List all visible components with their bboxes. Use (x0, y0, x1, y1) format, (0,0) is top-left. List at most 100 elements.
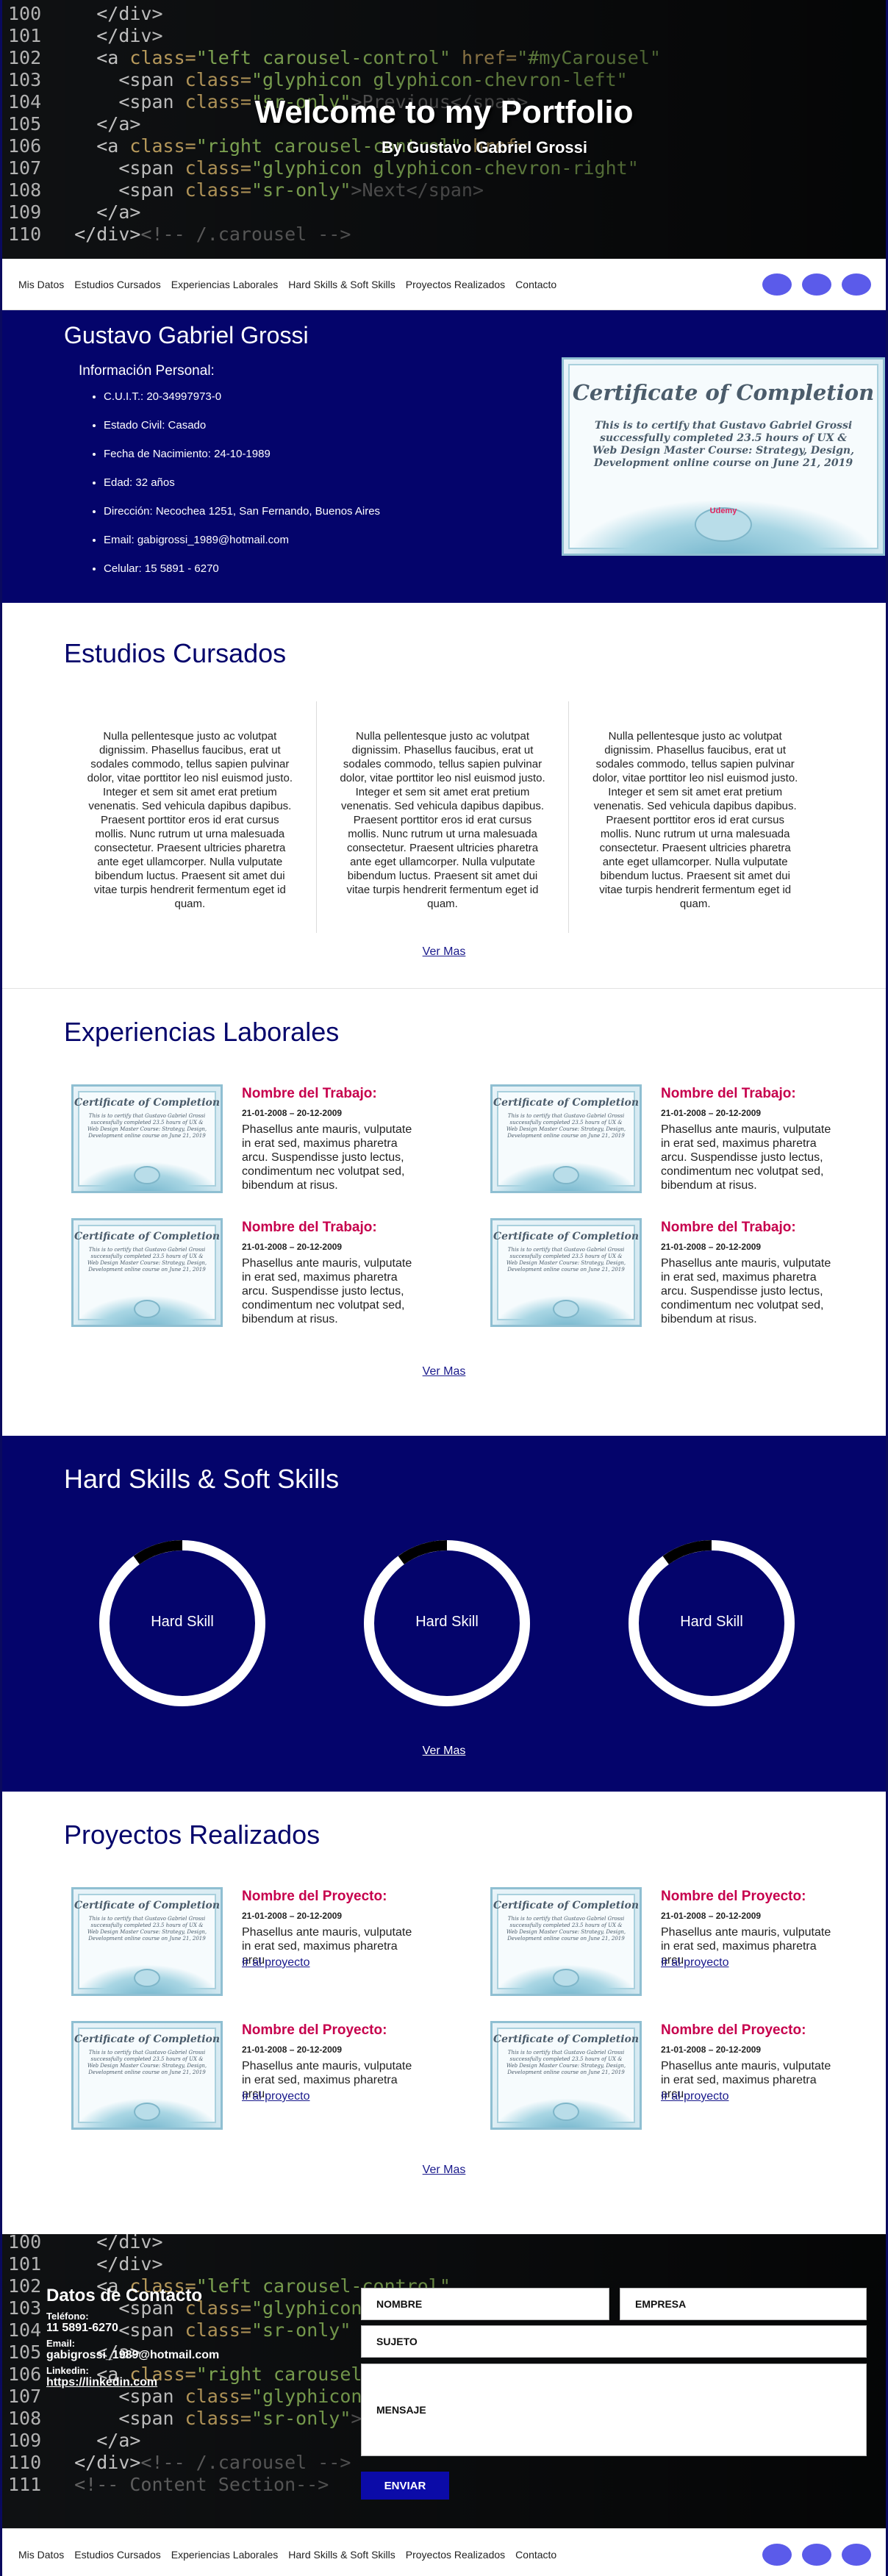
nav-menu: Mis Datos Estudios Cursados Experiencias… (18, 279, 556, 290)
job-dates: 21-01-2008 – 20-12-2009 (242, 1242, 343, 1252)
project-card: Certificate of Completion This is to cer… (484, 1883, 837, 1999)
email-value: gabigrossi_1989@hotmail.com (46, 2349, 220, 2361)
nav-item-skills[interactable]: Hard Skills & Soft Skills (288, 279, 395, 290)
info-estado-civil: Estado Civil: Casado (104, 420, 380, 431)
social-circle-icon[interactable] (762, 2543, 792, 2566)
experiencias-ver-mas-link[interactable]: Ver Mas (2, 1365, 886, 1378)
info-email: Email: gabigrossi_1989@hotmail.com (104, 534, 380, 545)
hero-subtitle: By Gustavo Gabriel Grossi (382, 138, 587, 157)
estudio-item: Nulla pellentesque justo ac volutpat dig… (592, 730, 798, 910)
skills-ver-mas-link[interactable]: Ver Mas (2, 1745, 886, 1758)
skill-ring: Hard Skill (362, 1539, 531, 1708)
project-title: Nombre del Proyecto: (242, 1889, 387, 1904)
job-certificate-image: Certificate of Completion This is to cer… (490, 1084, 642, 1193)
section-contacto: 100 </div> 101 </div> 102 <a class="left… (2, 2234, 886, 2528)
personal-name: Gustavo Gabriel Grossi (64, 322, 309, 348)
certificate-title: Certificate of Completion (572, 380, 875, 405)
project-card: Certificate of Completion This is to cer… (484, 2017, 837, 2133)
job-description: Phasellus ante mauris, vulputate in erat… (661, 1123, 831, 1192)
estudios-ver-mas-link[interactable]: Ver Mas (2, 945, 886, 959)
project-certificate-image: Certificate of Completion This is to cer… (490, 2021, 642, 2130)
social-circle-icon[interactable] (802, 273, 831, 296)
project-title: Nombre del Proyecto: (661, 1889, 806, 1904)
company-field[interactable]: EMPRESA (620, 2288, 867, 2320)
footer-nav-item-skills[interactable]: Hard Skills & Soft Skills (288, 2549, 395, 2561)
hero-title: Welcome to my Portfolio (254, 94, 634, 130)
project-certificate-image: Certificate of Completion This is to cer… (490, 1887, 642, 1996)
nav-item-mis-datos[interactable]: Mis Datos (18, 279, 64, 290)
certificate-text: This is to certify that Gustavo Gabriel … (592, 420, 854, 469)
project-dates: 21-01-2008 – 20-12-2009 (661, 1911, 762, 1921)
linkedin-label: Linkedin: (46, 2365, 89, 2376)
certificate-image: Certificate of Completion This is to cer… (562, 357, 885, 556)
message-field[interactable]: MENSAJE (361, 2364, 867, 2456)
experiencias-title: Experiencias Laborales (64, 1017, 340, 1047)
job-title: Nombre del Trabajo: (661, 1086, 796, 1101)
estudios-title: Estudios Cursados (64, 638, 287, 668)
estudios-columns: Nulla pellentesque justo ac volutpat dig… (64, 701, 821, 933)
job-description: Phasellus ante mauris, vulputate in erat… (242, 1123, 412, 1192)
job-certificate-image: Certificate of Completion This is to cer… (71, 1084, 223, 1193)
footer-nav-item-mis-datos[interactable]: Mis Datos (18, 2549, 64, 2561)
project-link[interactable]: Ir al proyecto (242, 2090, 309, 2103)
project-link[interactable]: Ir al proyecto (661, 2090, 728, 2103)
estudio-item: Nulla pellentesque justo ac volutpat dig… (317, 701, 570, 933)
project-link[interactable]: Ir al proyecto (242, 1956, 309, 1969)
job-dates: 21-01-2008 – 20-12-2009 (661, 1108, 762, 1118)
contact-title: Datos de Contacto (46, 2286, 203, 2305)
social-circle-icon[interactable] (842, 2543, 871, 2566)
job-title: Nombre del Trabajo: (242, 1086, 377, 1101)
social-circle-icon[interactable] (802, 2543, 831, 2566)
nav-item-proyectos[interactable]: Proyectos Realizados (406, 279, 505, 290)
social-circle-icon[interactable] (762, 273, 792, 296)
nav-item-contacto[interactable]: Contacto (515, 279, 556, 290)
project-title: Nombre del Proyecto: (242, 2022, 387, 2038)
section-mis-datos: Gustavo Gabriel Grossi Información Perso… (2, 310, 886, 603)
proyectos-ver-mas-link[interactable]: Ver Mas (2, 2164, 886, 2177)
info-cuit: C.U.I.T.: 20-34997973-0 (104, 391, 380, 402)
nav-item-experiencias[interactable]: Experiencias Laborales (171, 279, 279, 290)
hero-banner: 100 </div> 101 </div> 102 <a class="left… (2, 0, 886, 259)
info-edad: Edad: 32 años (104, 477, 380, 488)
phone-label: Teléfono: (46, 2311, 89, 2322)
project-card: Certificate of Completion This is to cer… (65, 2017, 418, 2133)
job-title: Nombre del Trabajo: (661, 1220, 796, 1235)
footer-nav-item-proyectos[interactable]: Proyectos Realizados (406, 2549, 505, 2561)
job-card: Certificate of Completion This is to cer… (65, 1080, 418, 1196)
footer-nav-item-experiencias[interactable]: Experiencias Laborales (171, 2549, 279, 2561)
section-skills: Hard Skills & Soft Skills Hard Skill Har… (2, 1436, 886, 1792)
subject-field[interactable]: SUJETO (361, 2325, 867, 2358)
job-card: Certificate of Completion This is to cer… (484, 1080, 837, 1196)
skill-label: Hard Skill (415, 1614, 479, 1630)
skill-ring: Hard Skill (627, 1539, 796, 1708)
skill-ring: Hard Skill (98, 1539, 267, 1708)
job-description: Phasellus ante mauris, vulputate in erat… (661, 1257, 831, 1325)
name-field[interactable]: NOMBRE (361, 2288, 609, 2320)
email-label: Email: (46, 2338, 76, 2349)
phone-value: 11 5891-6270 (46, 2322, 118, 2334)
project-title: Nombre del Proyecto: (661, 2022, 806, 2038)
top-navbar: Mis Datos Estudios Cursados Experiencias… (2, 259, 886, 310)
portfolio-page: 100 </div> 101 </div> 102 <a class="left… (0, 0, 888, 2576)
footer-nav-item-estudios[interactable]: Estudios Cursados (74, 2549, 161, 2561)
project-certificate-image: Certificate of Completion This is to cer… (71, 1887, 223, 1996)
job-title: Nombre del Trabajo: (242, 1220, 377, 1235)
contact-info: Datos de Contacto Teléfono: 11 5891-6270… (46, 2286, 219, 2389)
personal-heading: Información Personal: (79, 363, 215, 379)
info-celular: Celular: 15 5891 - 6270 (104, 563, 380, 574)
nav-item-estudios[interactable]: Estudios Cursados (74, 279, 161, 290)
section-experiencias: Experiencias Laborales Certificate of Co… (2, 989, 886, 1436)
certificate-brand: Udemy (709, 507, 737, 515)
linkedin-link[interactable]: https://linkedin.com (46, 2376, 157, 2389)
job-certificate-image: Certificate of Completion This is to cer… (71, 1218, 223, 1327)
job-card: Certificate of Completion This is to cer… (484, 1214, 837, 1330)
send-button[interactable]: ENVIAR (361, 2472, 449, 2500)
footer-nav-item-contacto[interactable]: Contacto (515, 2549, 556, 2561)
footer-social-icons (762, 2543, 871, 2566)
project-dates: 21-01-2008 – 20-12-2009 (242, 2044, 343, 2055)
social-circle-icon[interactable] (842, 273, 871, 296)
project-link[interactable]: Ir al proyecto (661, 1956, 728, 1969)
info-direccion: Dirección: Necochea 1251, San Fernando, … (104, 506, 380, 517)
project-dates: 21-01-2008 – 20-12-2009 (242, 1911, 343, 1921)
proyectos-title: Proyectos Realizados (64, 1820, 321, 1850)
